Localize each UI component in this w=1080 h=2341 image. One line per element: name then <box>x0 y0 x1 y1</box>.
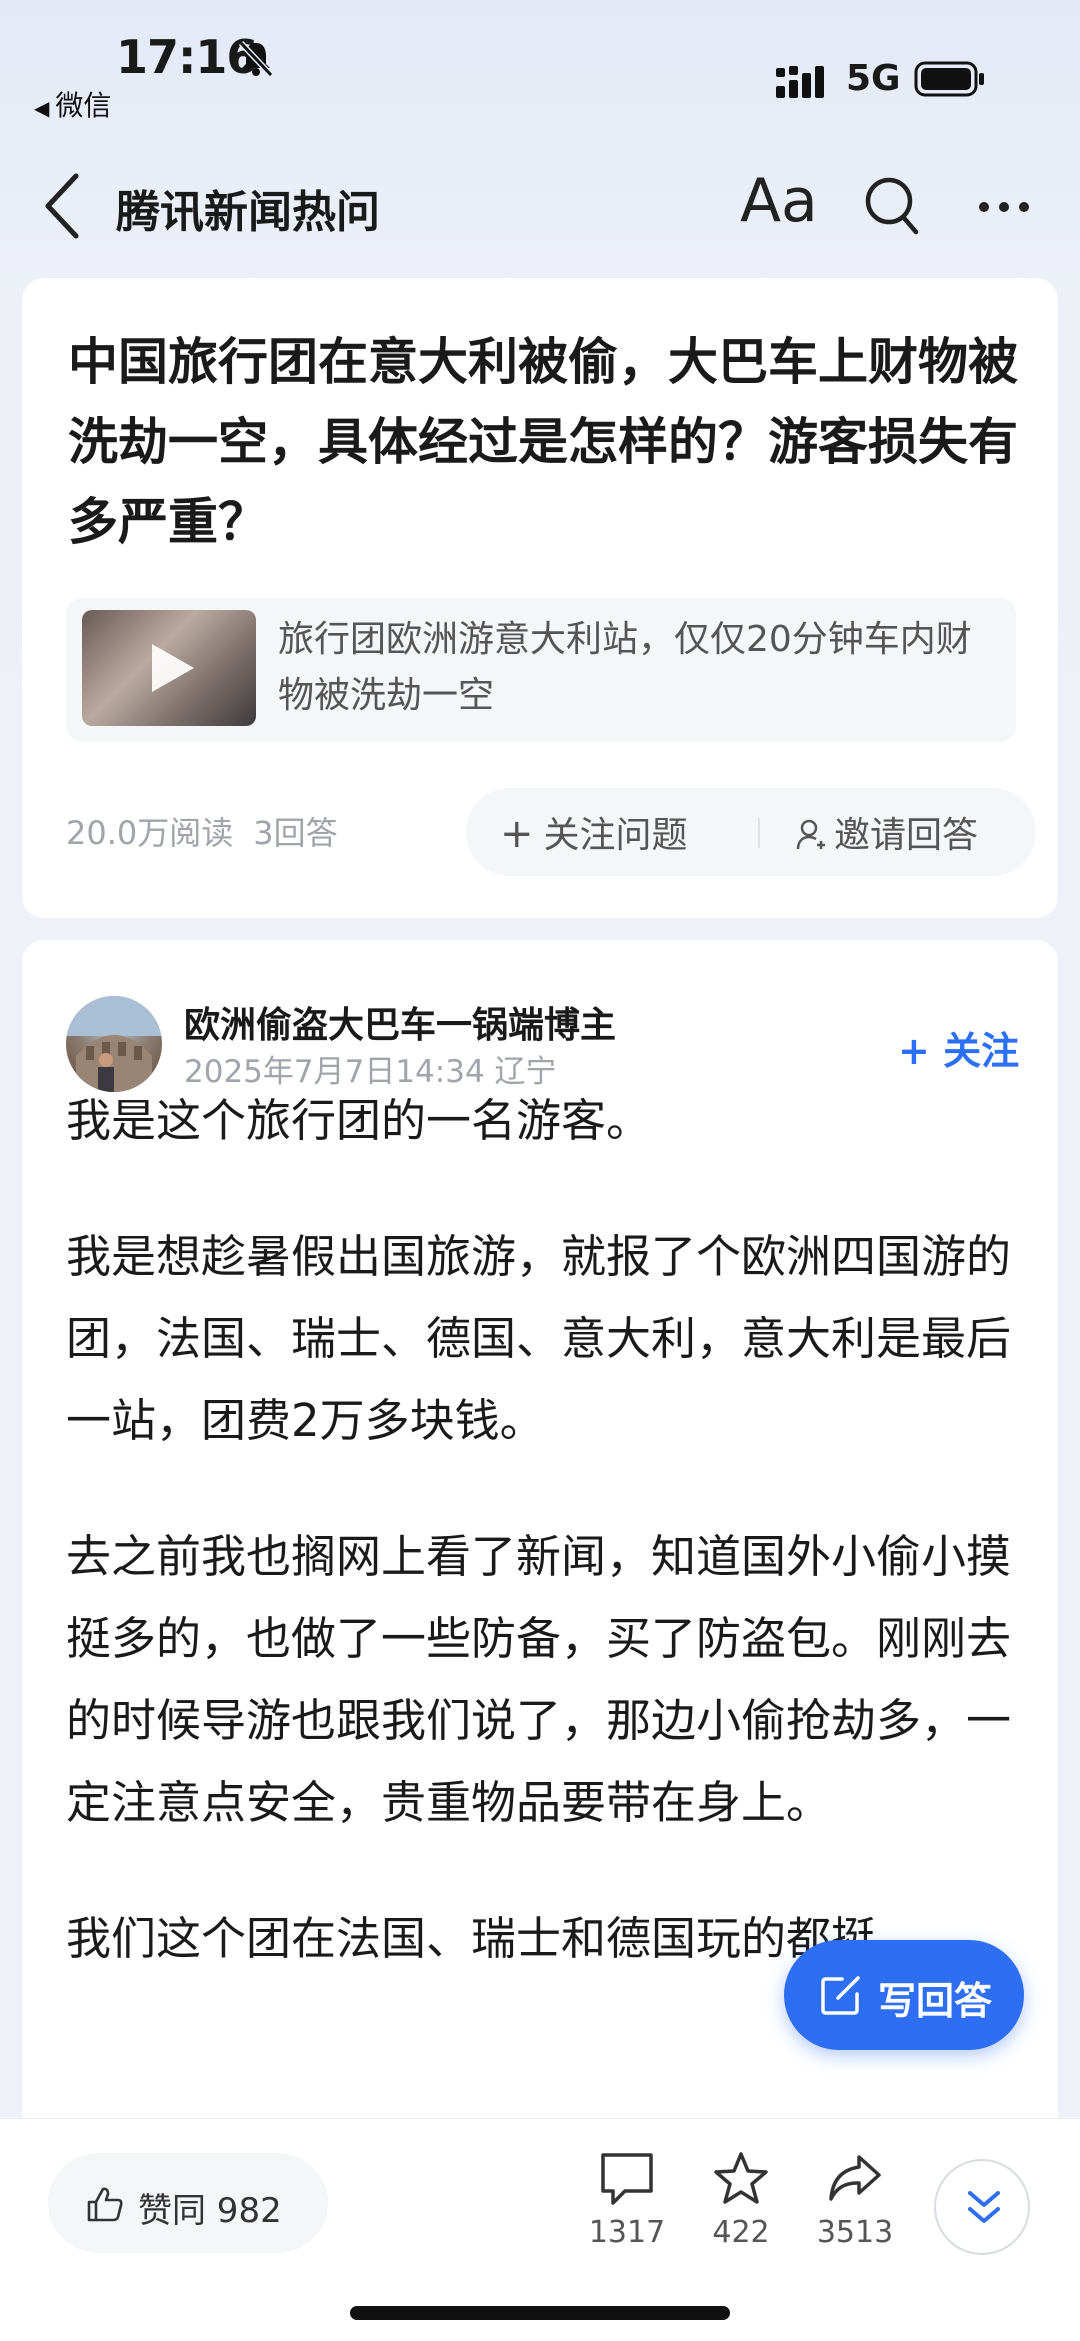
comment-icon <box>601 2153 653 2205</box>
follow-question-label: 关注问题 <box>543 815 688 856</box>
signal-icon <box>776 66 824 98</box>
answer-count: 3回答 <box>253 814 338 852</box>
upvote-label: 赞同 982 <box>138 2191 282 2231</box>
invite-answer-label: 邀请回答 <box>834 815 979 856</box>
question-stats: 20.0万阅读 3回答 <box>66 808 338 854</box>
edit-icon <box>821 1976 860 2015</box>
question-card: 中国旅行团在意大利被偷，大巴车上财物被洗劫一空，具体经过是怎样的？游客损失有多严… <box>22 278 1058 918</box>
share-count: 3513 <box>816 2215 894 2250</box>
answer-body: 我是这个旅行团的一名游客。 我是想趁暑假出国旅游，就报了个欧洲四国游的团，法国、… <box>66 1080 1046 1980</box>
back-icon[interactable] <box>40 170 88 242</box>
comment-button[interactable]: 1317 <box>572 2149 682 2250</box>
answer-paragraph: 我是想趁暑假出国旅游，就报了个欧洲四国游的团，法国、瑞士、德国、意大利，意大利是… <box>66 1230 1012 1447</box>
video-thumbnail[interactable] <box>82 610 256 726</box>
upvote-button[interactable]: 赞同 982 <box>48 2153 328 2253</box>
scroll-down-button[interactable] <box>934 2159 1030 2255</box>
more-icon[interactable] <box>978 200 1030 214</box>
battery-icon <box>914 61 984 97</box>
status-bar: 17:16 ◀ 微信 5G <box>0 0 1080 130</box>
read-count: 20.0万阅读 <box>66 814 234 852</box>
back-triangle-icon: ◀ <box>34 96 50 120</box>
comment-count: 1317 <box>588 2215 666 2250</box>
nav-title: 腾讯新闻热问 <box>116 187 380 238</box>
write-answer-label: 写回答 <box>878 1979 993 2023</box>
back-to-wechat[interactable]: ◀ 微信 <box>34 84 111 124</box>
invite-answer-button[interactable]: 邀请回答 <box>796 806 978 858</box>
video-card[interactable]: 旅行团欧洲游意大利站，仅仅20分钟车内财物被洗劫一空 <box>66 598 1016 742</box>
favorite-count: 422 <box>712 2215 770 2250</box>
network-type: 5G <box>846 58 901 99</box>
follow-question-button[interactable]: + 关注问题 <box>500 806 688 858</box>
favorite-button[interactable]: 422 <box>686 2149 796 2250</box>
back-app-label: 微信 <box>55 89 112 122</box>
avatar-image <box>66 996 162 1092</box>
divider <box>758 818 760 848</box>
play-icon <box>152 644 194 692</box>
answer-paragraph: 我是这个旅行团的一名游客。 <box>66 1094 652 1147</box>
screen: 17:16 ◀ 微信 5G 腾讯新闻热问 Aa 中国旅行团在意大利被偷，大巴车上… <box>0 0 1080 2341</box>
author-avatar[interactable] <box>66 996 162 1092</box>
answer-paragraph: 去之前我也搁网上看了新闻，知道国外小偷小摸挺多的，也做了一些防备，买了防盗包。刚… <box>66 1530 1012 1829</box>
search-icon[interactable] <box>862 174 922 238</box>
font-size-button[interactable]: Aa <box>740 166 818 236</box>
double-chevron-down-icon <box>968 2191 1000 2223</box>
star-icon <box>714 2152 768 2204</box>
question-actions: + 关注问题 邀请回答 <box>466 788 1036 876</box>
thumbs-up-icon <box>87 2187 123 2222</box>
invite-user-icon <box>796 819 825 850</box>
home-indicator[interactable] <box>350 2306 730 2320</box>
follow-author-button[interactable]: + 关注 <box>898 1020 1019 1075</box>
question-title: 中国旅行团在意大利被偷，大巴车上财物被洗劫一空，具体经过是怎样的？游客损失有多严… <box>68 333 1018 551</box>
video-title: 旅行团欧洲游意大利站，仅仅20分钟车内财物被洗劫一空 <box>278 619 972 716</box>
author-name[interactable]: 欧洲偷盗大巴车一锅端博主 <box>184 996 616 1048</box>
bell-off-icon <box>238 40 274 78</box>
nav-bar: 腾讯新闻热问 Aa <box>0 150 1080 260</box>
plus-icon: + <box>500 811 534 857</box>
share-button[interactable]: 3513 <box>800 2149 910 2250</box>
write-answer-button[interactable]: 写回答 <box>784 1940 1024 2050</box>
share-icon <box>829 2155 881 2201</box>
